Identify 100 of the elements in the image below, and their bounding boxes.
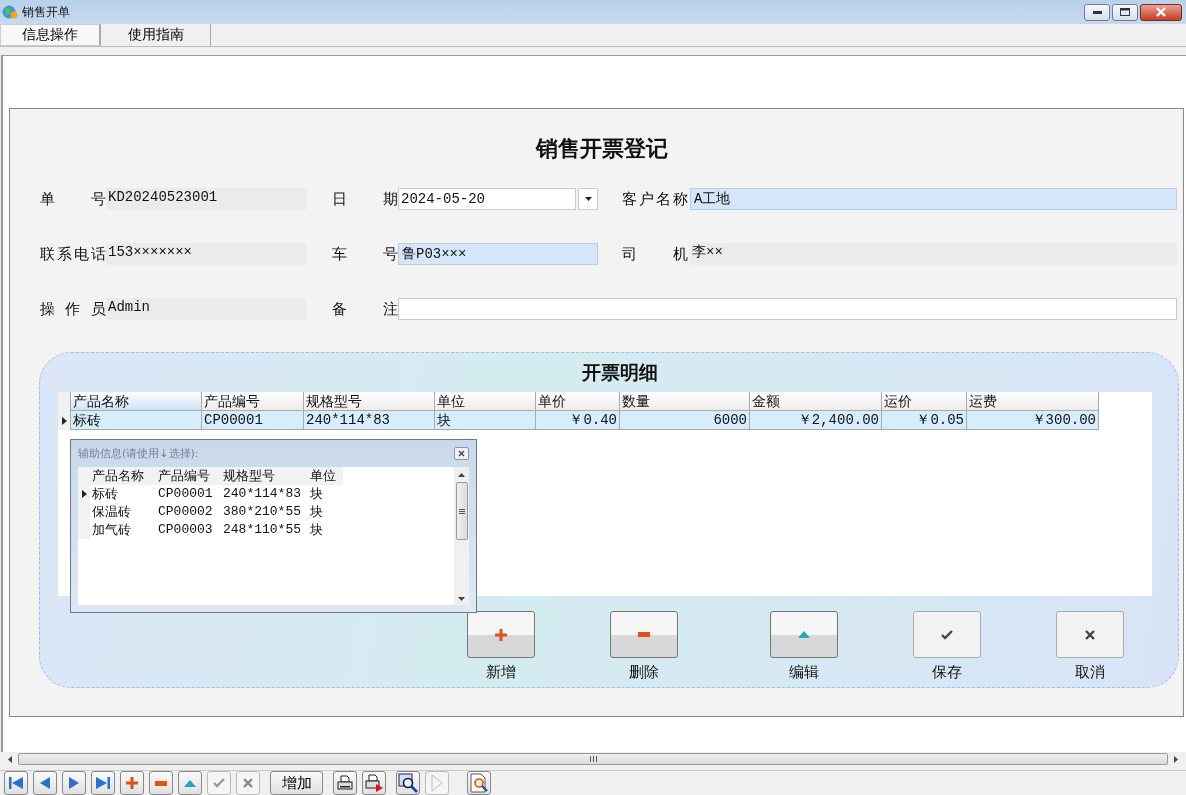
globe-icon [2,4,18,20]
table-cell: ￥2,400.00 [750,411,882,430]
column-header[interactable]: 规格型号 [221,467,308,485]
table-cell-text: 248*110*55 [222,521,302,539]
table-cell: ￥0.05 [882,411,967,430]
row-header-cell[interactable] [58,411,71,430]
row-pointer-icon [81,490,87,498]
field-value: KD20240523001 [106,188,306,210]
close-button[interactable] [454,447,469,460]
window-title: 销售开单 [22,3,70,21]
column-header[interactable]: 单价 [536,392,620,411]
last-button[interactable] [91,771,115,795]
table-cell-text: CP00002 [157,503,214,521]
printer-arrow-icon [365,774,383,792]
search-icon [398,773,418,793]
row-pointer-icon [61,416,67,425]
vertical-scrollbar[interactable] [454,467,469,605]
add-button[interactable] [120,771,144,795]
field-label: 日 期 [332,189,398,209]
next-button[interactable] [62,771,86,795]
minus-icon [155,780,167,786]
scroll-left-icon[interactable] [8,755,12,763]
plus-icon [495,628,507,641]
minimize-button[interactable] [1084,3,1110,21]
grip-icon [589,756,597,762]
action-label: 取消 [1075,663,1105,682]
scroll-thumb[interactable] [455,482,468,540]
scroll-right-icon[interactable] [1174,755,1178,763]
column-header[interactable]: 单位 [435,392,536,411]
close-icon [458,450,465,457]
scroll-up-icon[interactable] [458,473,465,477]
minimize-icon [1092,10,1102,14]
table-cell-text: 块 [309,485,324,503]
column-header[interactable]: 金额 [750,392,882,411]
field-label: 车 号 [332,244,398,264]
close-button[interactable] [1140,3,1182,21]
table-cell-text: 240*114*83 [222,485,302,503]
detail-title: 开票明细 [581,360,659,385]
maximize-button[interactable] [1112,3,1138,21]
input-field[interactable]: 鲁P03××× [398,243,598,265]
input-field[interactable] [398,298,1177,320]
remove-action-button[interactable] [610,611,678,658]
column-header[interactable]: 单位 [308,467,343,485]
play-icon [431,774,443,792]
up-button[interactable] [178,771,202,795]
grip-icon [458,508,465,514]
triangle-left-icon [40,777,50,789]
column-header[interactable]: 运价 [882,392,967,411]
column-header[interactable]: 运费 [967,392,1099,411]
minus-icon [638,632,650,637]
maximize-icon [1120,8,1130,16]
x-mark-icon [1085,629,1095,640]
column-header[interactable]: 产品编号 [202,392,304,411]
add-button[interactable]: 增加 [270,771,323,795]
page-search-button[interactable] [467,771,491,795]
row-header-cell [58,392,71,411]
table-cell-text: 保温砖 [91,503,132,521]
column-header[interactable]: 数量 [620,392,750,411]
plus-icon [126,777,138,789]
first-button[interactable] [4,771,28,795]
remove-button[interactable] [149,771,173,795]
table-cell: 6000 [620,411,750,430]
table-cell-text: 块 [309,521,324,539]
table-cell: ￥300.00 [967,411,1099,430]
triangle-up-icon [184,779,196,787]
add-action-button[interactable] [467,611,535,658]
table-cell-text: 380*210*55 [222,503,302,521]
print-send-button[interactable] [362,771,386,795]
triangle-up-icon [798,631,810,638]
table-cell-text: 加气砖 [91,521,132,539]
page-search-icon [470,773,488,793]
x-mark-icon [243,778,253,788]
field-value: Admin [106,298,306,320]
column-header[interactable]: 产品编号 [156,467,221,485]
table-cell: CP00001 [202,411,304,430]
close-icon [1156,7,1166,17]
column-header[interactable]: 规格型号 [304,392,435,411]
table-cell-text: 标砖 [91,485,119,503]
action-label: 删除 [629,663,659,682]
scroll-thumb[interactable] [18,753,1168,765]
column-header[interactable]: 产品名称 [90,467,156,485]
field-label: 单 号 [40,189,106,209]
column-header[interactable]: 产品名称 [71,392,202,411]
up-action-button[interactable] [770,611,838,658]
table-cell-text: CP00003 [157,521,214,539]
popup-title: 辅助信息(请使用↓选择): [78,446,199,461]
field-value: 李×× [690,243,1177,265]
input-field[interactable]: A工地 [690,188,1177,210]
caret-icon [584,197,592,201]
tab[interactable]: 使用指南 [101,24,211,46]
field-label: 客户名称 [622,189,688,209]
check-icon [941,629,953,640]
tab[interactable]: 信息操作 [0,24,101,46]
row-header-cell[interactable] [78,521,90,539]
preview-button[interactable] [396,771,420,795]
print-button[interactable] [333,771,357,795]
printer-icon [337,775,353,791]
prev-button[interactable] [33,771,57,795]
table-cell: 240*114*83 [304,411,435,430]
form-title: 销售开票登记 [534,135,669,163]
